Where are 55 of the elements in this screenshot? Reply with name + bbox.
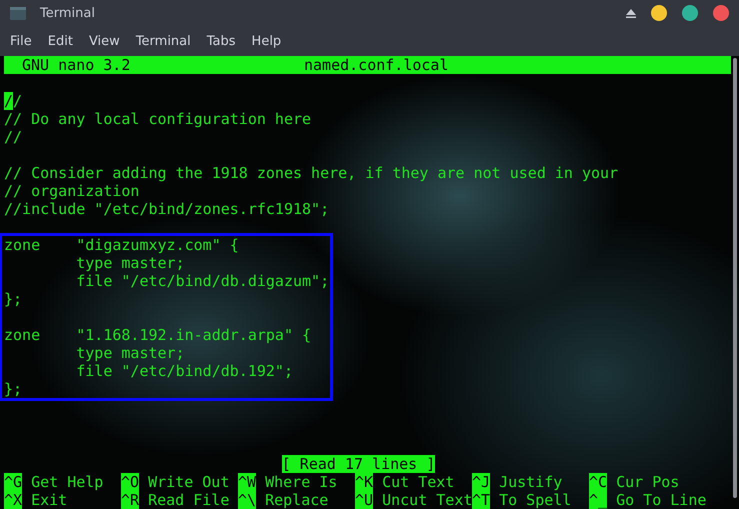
code-line: // <box>4 128 22 146</box>
code-line: // Do any local configuration here <box>4 110 312 128</box>
shortcut-label: Justify <box>498 473 562 491</box>
maximize-button[interactable] <box>682 5 698 21</box>
file-name: named.conf.local <box>304 56 448 74</box>
shortcut-label: Go To Line <box>615 491 706 509</box>
code-line: type master; <box>75 254 185 272</box>
minimize-button[interactable] <box>651 5 667 21</box>
menu-item[interactable]: Terminal <box>128 30 199 52</box>
shortcut-label: To Spell <box>498 491 572 509</box>
code-line: file "/etc/bind/db.digazum"; <box>75 272 330 290</box>
shortcut-key: ^U <box>355 491 374 509</box>
shortcut-key: ^C <box>589 473 608 491</box>
shortcut-label: Where Is <box>264 473 338 491</box>
status-message: [ Read 17 lines ] <box>282 455 436 473</box>
menu-item[interactable]: View <box>80 30 128 52</box>
menu-item[interactable]: Help <box>244 30 290 52</box>
shortcut-key: ^G <box>4 473 22 491</box>
shortcut-label: Cut Text <box>381 473 454 491</box>
shortcut-label: Cur Pos <box>615 473 680 491</box>
shortcut-key: ^R <box>121 491 140 509</box>
close-button[interactable] <box>713 5 729 21</box>
menu-item[interactable]: Tabs <box>198 30 244 52</box>
shortcut-key: ^J <box>472 473 490 491</box>
eject-icon[interactable] <box>626 8 636 18</box>
shortcut-key: ^_ <box>589 491 608 509</box>
shortcut-label: Exit <box>30 491 68 509</box>
menu-item[interactable]: File <box>2 30 40 52</box>
shortcut-key: ^X <box>4 491 22 509</box>
code-line: // Consider adding the 1918 zones here, if they are not used in your <box>4 164 618 182</box>
code-line: }; <box>4 380 22 398</box>
menu-item[interactable]: Edit <box>40 30 81 52</box>
shortcut-key: ^O <box>121 473 140 491</box>
code-line: file "/etc/bind/db.192"; <box>75 362 293 380</box>
code-line: zone "1.168.192.in-addr.arpa" { <box>4 326 312 344</box>
shortcut-key: ^K <box>355 473 374 491</box>
nano-version: GNU nano 3.2 <box>21 56 132 74</box>
shortcut-label: Read File <box>147 491 230 509</box>
shortcut-label: Write Out <box>147 473 230 491</box>
code-line: / <box>13 92 22 110</box>
terminal-icon <box>10 6 26 20</box>
shortcut-label: Uncut Text <box>381 491 472 509</box>
shortcut-key: ^T <box>472 491 490 509</box>
shortcut-label: Replace <box>264 491 328 509</box>
window-title: Terminal <box>40 6 96 20</box>
code-line: }; <box>4 290 22 308</box>
code-line: type master; <box>75 344 185 362</box>
shortcut-key: ^\ <box>238 491 256 509</box>
code-line: //include "/etc/bind/zones.rfc1918"; <box>4 200 330 218</box>
scrollbar-thumb[interactable] <box>733 58 737 498</box>
code-line: // organization <box>4 182 140 200</box>
shortcut-key: ^W <box>238 473 256 491</box>
shortcut-label: Get Help <box>30 473 104 491</box>
text-cursor: / <box>4 92 14 110</box>
code-line: zone "digazumxyz.com" { <box>4 236 239 254</box>
